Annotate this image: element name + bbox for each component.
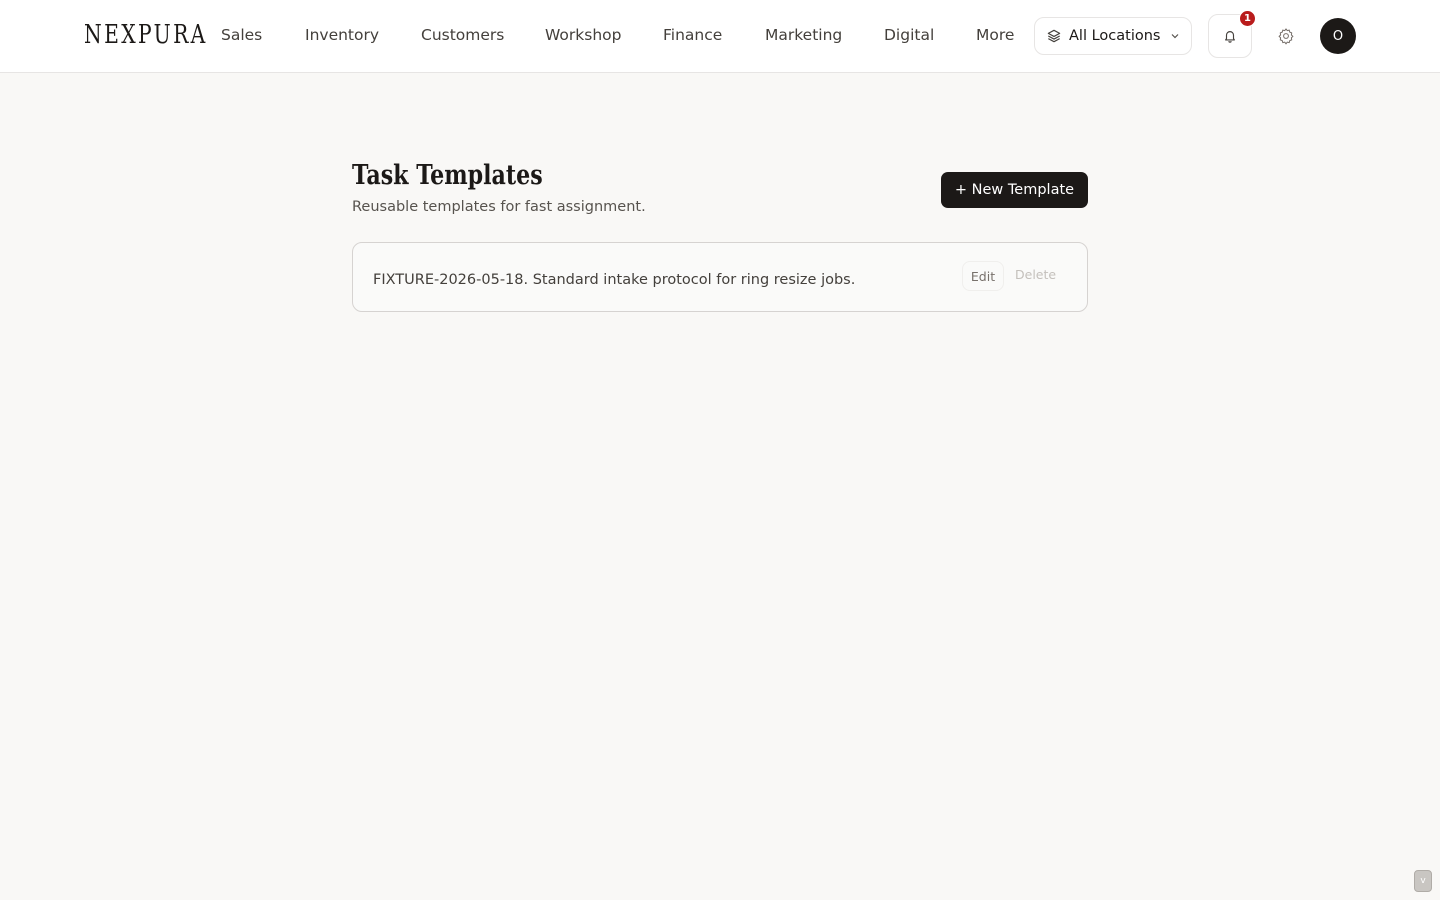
corner-toggle-button[interactable]: v: [1414, 870, 1432, 892]
location-selector-label: All Locations: [1069, 28, 1161, 44]
edit-template-button[interactable]: Edit: [962, 261, 1004, 291]
template-card: FIXTURE-2026-05-18. Standard intake prot…: [352, 242, 1088, 312]
notification-count-badge: 1: [1239, 10, 1256, 27]
delete-template-button[interactable]: Delete: [1015, 267, 1056, 282]
nav-item-finance[interactable]: Finance: [663, 25, 722, 45]
nav-item-more[interactable]: More: [976, 25, 1014, 45]
nav-item-workshop[interactable]: Workshop: [545, 25, 621, 45]
chevron-down-icon: [1172, 34, 1179, 39]
location-selector[interactable]: All Locations: [1034, 17, 1192, 55]
nav-item-inventory[interactable]: Inventory: [305, 25, 379, 45]
bell-icon: [1225, 31, 1235, 43]
app-logo[interactable]: NEXPURA: [84, 18, 208, 52]
nav-item-customers[interactable]: Customers: [421, 25, 504, 45]
nav-item-digital[interactable]: Digital: [884, 25, 934, 45]
layers-icon: [1047, 29, 1061, 43]
gear-icon: [1278, 28, 1294, 45]
top-navigation-bar: NEXPURA Sales Inventory Customers Worksh…: [0, 0, 1440, 73]
settings-button[interactable]: [1272, 22, 1300, 50]
template-description: FIXTURE-2026-05-18. Standard intake prot…: [373, 272, 856, 288]
user-avatar[interactable]: O: [1320, 18, 1356, 54]
page-title: Task Templates: [352, 160, 543, 191]
page-subtitle: Reusable templates for fast assignment.: [352, 199, 646, 215]
new-template-button[interactable]: + New Template: [941, 172, 1088, 208]
nav-item-marketing[interactable]: Marketing: [765, 25, 842, 45]
nav-item-sales[interactable]: Sales: [221, 25, 262, 45]
